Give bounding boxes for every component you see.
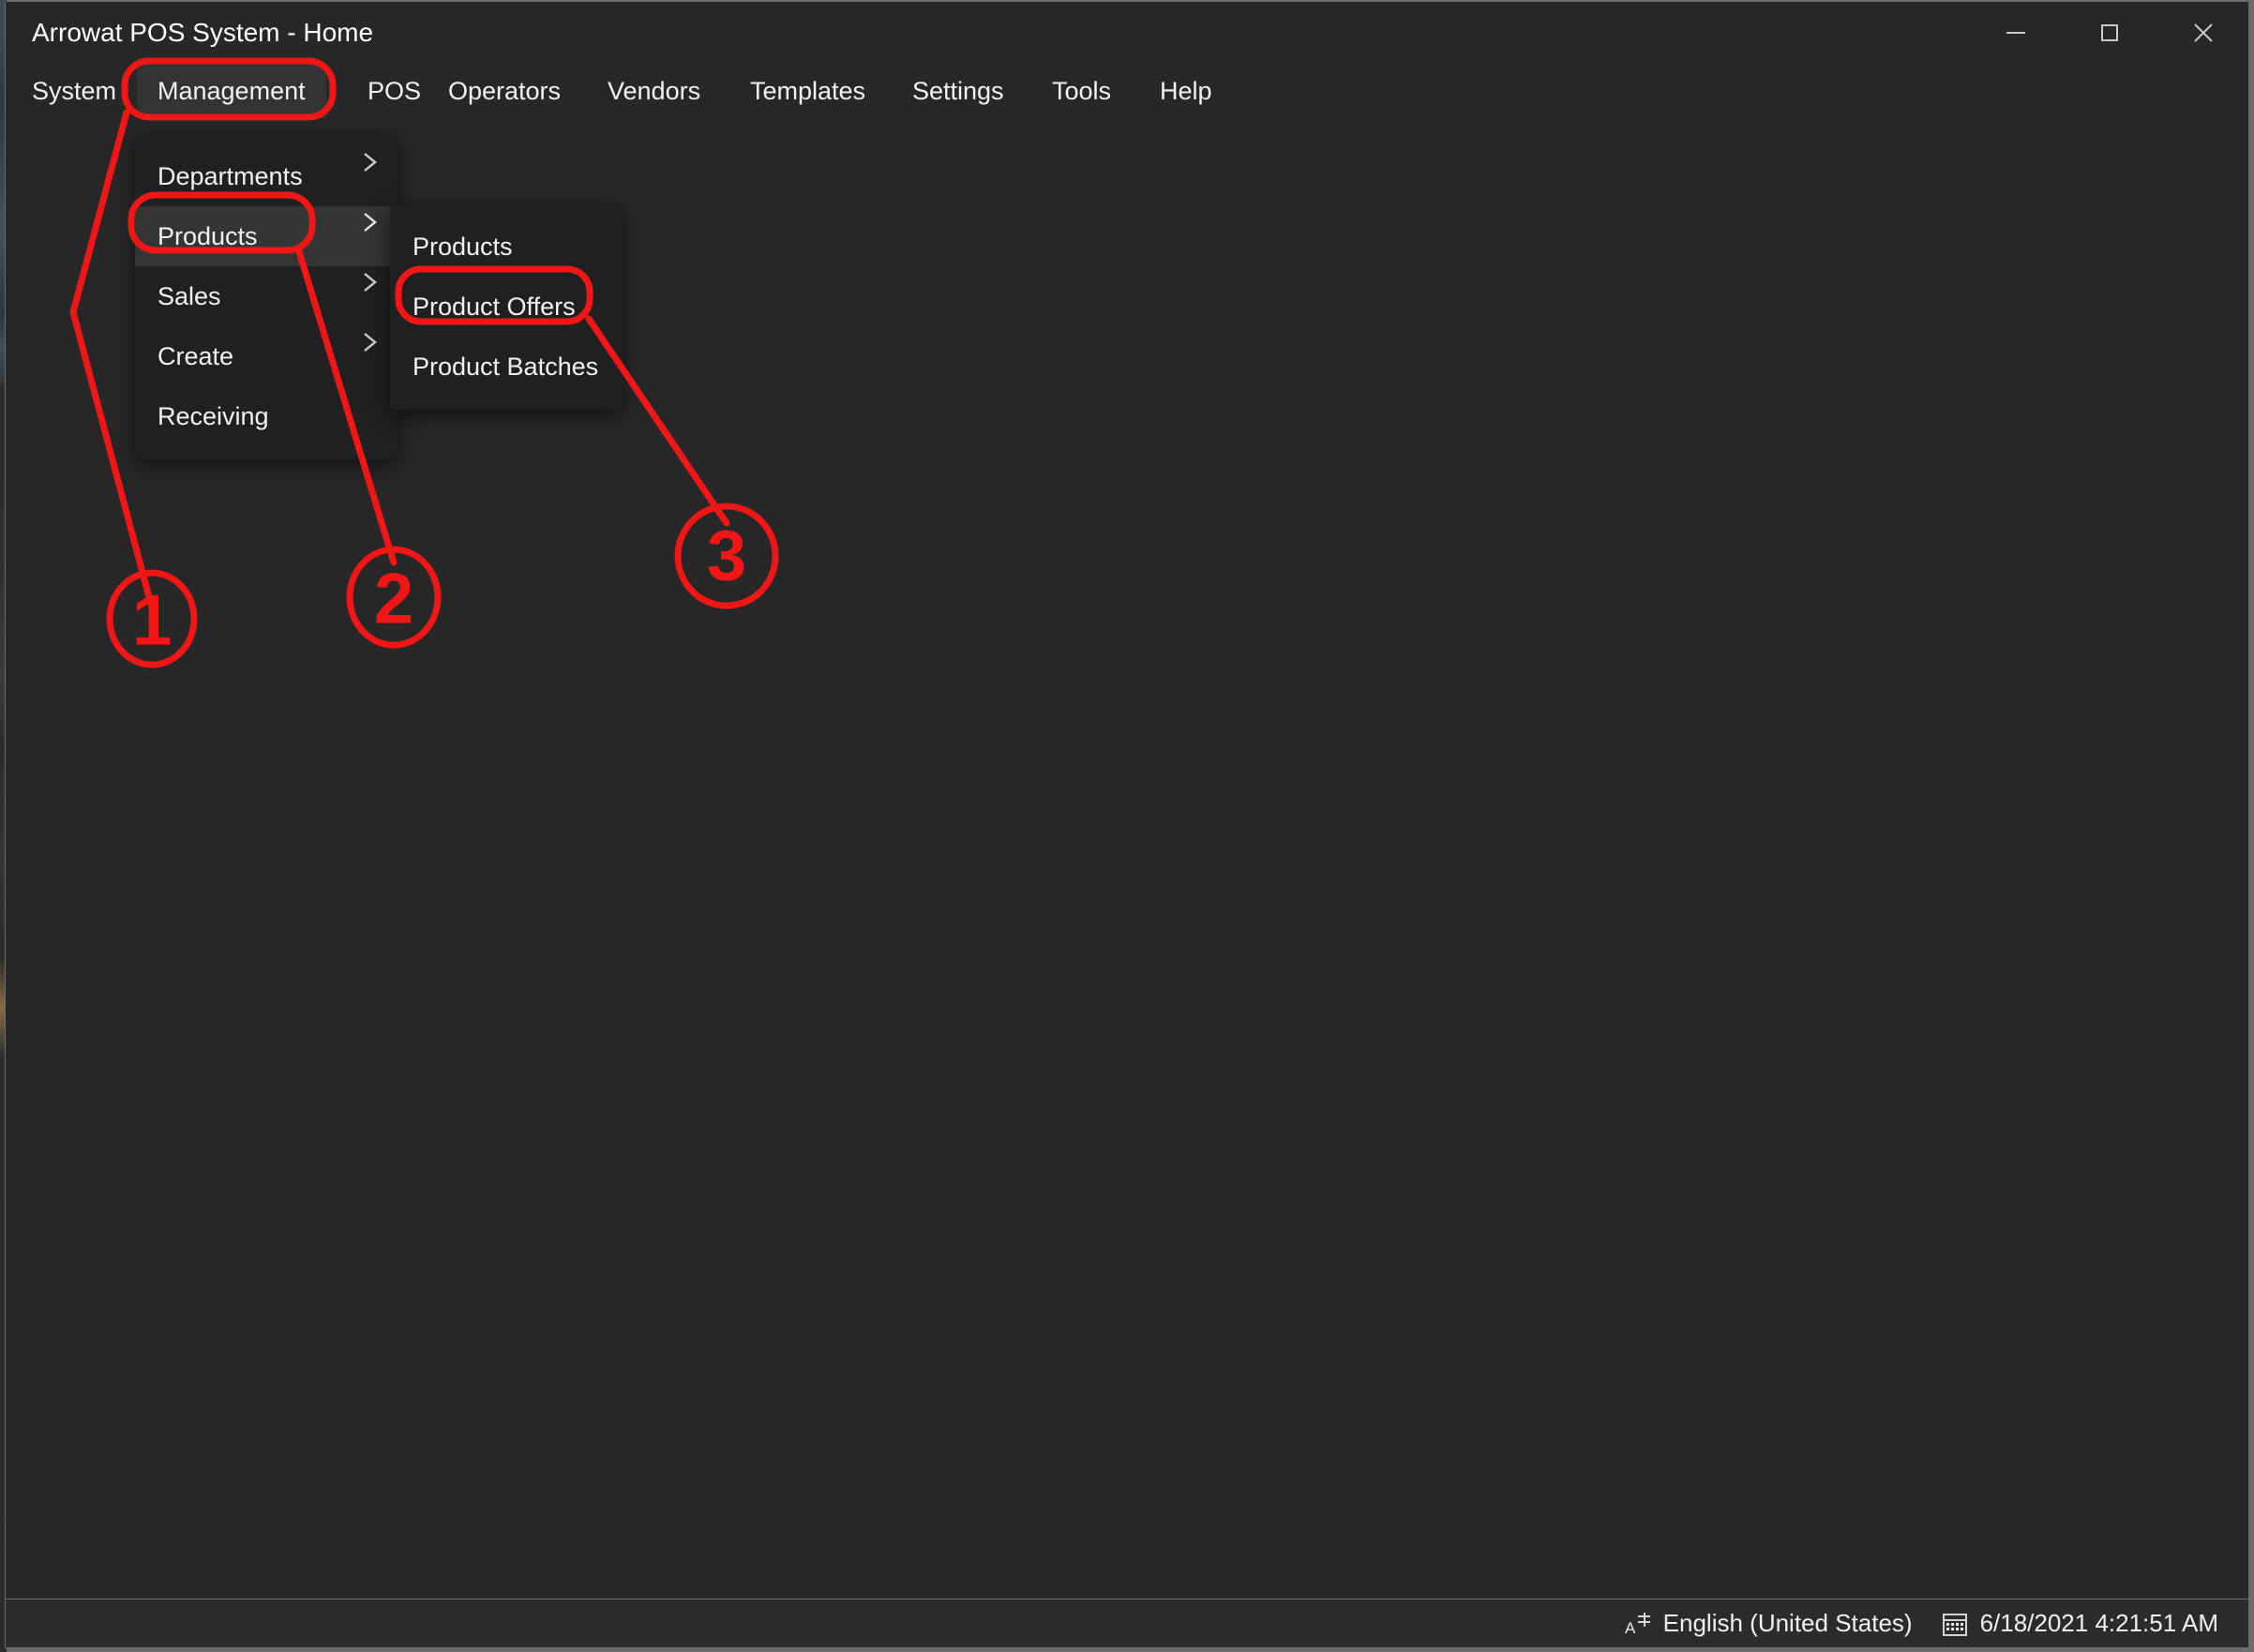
- dropdown-item-label: Create: [158, 342, 234, 370]
- maximize-button[interactable]: [2063, 2, 2156, 64]
- submenu-item-products[interactable]: Products: [390, 217, 623, 277]
- menu-item-operators[interactable]: Operators: [428, 64, 581, 118]
- submenu-item-label: Product Batches: [413, 353, 599, 381]
- chevron-right-icon: [360, 146, 381, 206]
- svg-text:A: A: [1625, 1619, 1636, 1637]
- chevron-right-icon: [360, 326, 381, 386]
- title-bar: Arrowat POS System - Home: [6, 2, 2248, 64]
- dropdown-item-products[interactable]: Products: [135, 206, 398, 266]
- window-title: Arrowat POS System - Home: [32, 18, 374, 47]
- menu-item-tools[interactable]: Tools: [1031, 64, 1132, 118]
- minimize-icon: [2006, 32, 2025, 34]
- dropdown-item-label: Receiving: [158, 402, 269, 430]
- close-icon: [2194, 23, 2213, 42]
- dropdown-item-sales[interactable]: Sales: [135, 266, 398, 326]
- status-datetime-label: 6/18/2021 4:21:51 AM: [1979, 1609, 2218, 1637]
- application-window: Arrowat POS System - Home System Managem…: [5, 2, 2249, 1648]
- status-datetime[interactable]: 6/18/2021 4:21:51 AM: [1941, 1609, 2218, 1638]
- dropdown-item-departments[interactable]: Departments: [135, 146, 398, 206]
- menu-item-settings[interactable]: Settings: [892, 64, 1025, 118]
- dropdown-item-label: Sales: [158, 282, 221, 310]
- submenu-item-product-batches[interactable]: Product Batches: [390, 337, 623, 397]
- close-button[interactable]: [2156, 2, 2248, 64]
- dropdown-item-receiving[interactable]: Receiving: [135, 386, 398, 446]
- submenu-item-label: Products: [413, 233, 513, 261]
- status-language[interactable]: A English (United States): [1624, 1609, 1913, 1638]
- status-bar: A English (United States) 6/18/2021 4:21…: [6, 1599, 2248, 1647]
- menu-item-templates[interactable]: Templates: [729, 64, 886, 118]
- menu-item-management[interactable]: Management: [137, 64, 326, 118]
- calendar-icon: [1941, 1610, 1969, 1638]
- submenu-item-label: Product Offers: [413, 293, 576, 321]
- products-submenu: Products Product Offers Product Batches: [390, 203, 623, 410]
- menu-item-help[interactable]: Help: [1139, 64, 1233, 118]
- submenu-item-product-offers[interactable]: Product Offers: [390, 277, 623, 337]
- menu-bar: System Management POS Operators Vendors …: [6, 64, 2248, 118]
- window-controls: [1969, 2, 2248, 64]
- status-language-label: English (United States): [1662, 1609, 1913, 1637]
- input-language-icon: A: [1624, 1610, 1652, 1638]
- management-dropdown-menu: Departments Products Sales Create Receiv…: [135, 133, 398, 459]
- dropdown-item-label: Products: [158, 222, 258, 250]
- dropdown-item-create[interactable]: Create: [135, 326, 398, 386]
- minimize-button[interactable]: [1969, 2, 2063, 64]
- chevron-right-icon: [360, 206, 381, 266]
- menu-item-vendors[interactable]: Vendors: [587, 64, 721, 118]
- dropdown-item-label: Departments: [158, 162, 303, 190]
- chevron-right-icon: [360, 266, 381, 326]
- menu-item-system[interactable]: System: [11, 64, 137, 118]
- maximize-icon: [2101, 24, 2118, 41]
- screen: Arrowat POS System - Home System Managem…: [0, 0, 2254, 1652]
